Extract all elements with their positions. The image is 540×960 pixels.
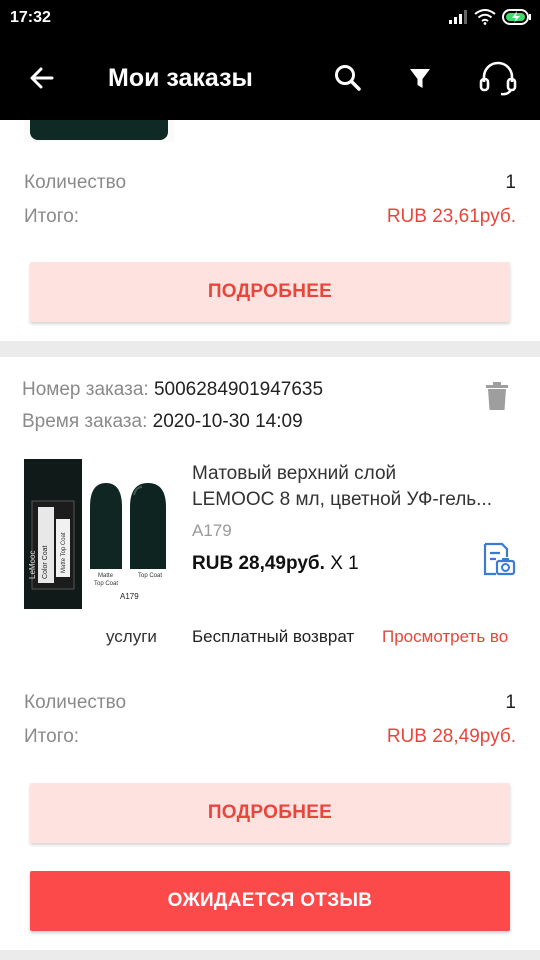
bottle-brand: LeMooc — [28, 551, 37, 579]
product-image-partial — [24, 120, 174, 142]
quantity-row: Количество 1 — [24, 692, 516, 714]
search-icon[interactable] — [330, 60, 366, 96]
product-sku: A179 — [192, 521, 232, 540]
awaiting-review-button[interactable]: ОЖИДАЕТСЯ ОТЗЫВ — [30, 871, 510, 931]
details-button[interactable]: ПОДРОБНЕЕ — [30, 262, 510, 322]
quantity-row: Количество 1 — [24, 172, 516, 194]
quantity-label: Количество — [24, 692, 127, 713]
details-button[interactable]: ПОДРОБНЕЕ — [30, 783, 510, 843]
product-price: RUB 28,49руб. X 1 — [192, 553, 359, 575]
product-title-line1: Матовый верхний слой — [192, 463, 397, 484]
page-title: Мои заказы — [108, 64, 253, 92]
app-bar: Мои заказы — [0, 36, 540, 120]
status-icons — [448, 8, 532, 26]
battery-charging-icon — [502, 9, 531, 25]
quantity-value: 1 — [505, 172, 516, 193]
screen: 17:32 Мои заказы Количество 1 Итого: RUB… — [0, 0, 540, 960]
order-number-label: Номер заказа: — [22, 379, 149, 400]
order-time: Время заказа: 2020-10-30 14:09 — [22, 411, 303, 433]
status-time: 17:32 — [10, 9, 51, 26]
signal-icon — [449, 10, 467, 24]
quantity-label: Количество — [24, 172, 127, 193]
order-time-label: Время заказа: — [22, 411, 148, 432]
total-value: RUB 28,49руб. — [386, 726, 516, 747]
total-label: Итого: — [24, 206, 80, 227]
product-title-line2: LEMOOC 8 мл, цветной УФ-гель... — [192, 489, 493, 510]
photo-review-icon[interactable] — [480, 541, 516, 577]
bottle-label: Color Coat — [42, 545, 49, 579]
total-label: Итого: — [24, 726, 80, 747]
back-arrow-icon[interactable] — [24, 60, 60, 96]
quantity-value: 1 — [505, 692, 516, 713]
free-return-text: Бесплатный возврат — [192, 627, 355, 646]
order-card: Количество 1 Итого: RUB 23,61руб. ПОДРОБ… — [0, 120, 540, 341]
filter-icon[interactable] — [402, 60, 438, 96]
wifi-icon — [474, 9, 496, 25]
product-image[interactable]: Color Coat LeMooc Matte Top Coat Matte T… — [24, 459, 174, 609]
nail-label-topcoat: Top Coat — [138, 573, 162, 579]
status-bar: 17:32 — [0, 0, 540, 36]
product-code: A179 — [120, 592, 139, 601]
services-label: услуги — [106, 627, 157, 646]
total-value: RUB 23,61руб. — [386, 206, 516, 227]
total-row: Итого: RUB 23,61руб. — [24, 206, 516, 228]
order-card: Номер заказа: 5006284901947635 Время зак… — [0, 357, 540, 950]
nail-label-matte: Matte — [98, 573, 114, 579]
total-row: Итого: RUB 28,49руб. — [24, 726, 516, 748]
order-number-value: 5006284901947635 — [153, 379, 324, 400]
trash-icon[interactable] — [484, 381, 510, 411]
order-number: Номер заказа: 5006284901947635 — [22, 379, 323, 401]
price-value: RUB 28,49руб. — [192, 553, 325, 574]
price-qty: X 1 — [330, 553, 359, 574]
bottle-sublabel: Matte Top Coat — [61, 532, 67, 573]
nail-label-matte-topcoat: Top Coat — [94, 581, 118, 587]
support-headset-icon[interactable] — [478, 60, 518, 96]
product-title[interactable]: Матовый верхний слой LEMOOC 8 мл, цветно… — [192, 461, 518, 513]
order-time-value: 2020-10-30 14:09 — [152, 411, 303, 432]
view-service-link[interactable]: Просмотреть во — [382, 627, 518, 647]
